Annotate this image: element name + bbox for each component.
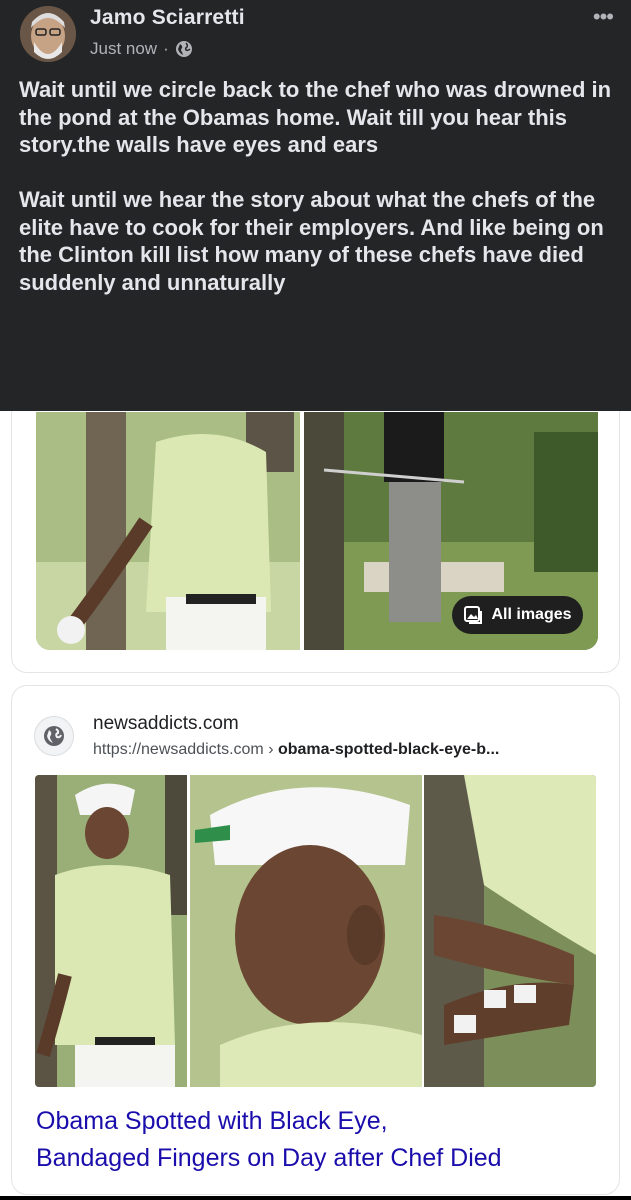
result-title-line-1[interactable]: Obama Spotted with Black Eye, [36, 1103, 606, 1140]
globe-icon [44, 726, 64, 746]
article-photo-bandaged-hand[interactable] [424, 775, 596, 1087]
site-url[interactable]: https://newsaddicts.com › obama-spotted-… [93, 741, 499, 759]
site-favicon [34, 716, 74, 756]
site-name[interactable]: newsaddicts.com [93, 713, 239, 735]
result-title-line-2[interactable]: Bandaged Fingers on Day after Chef Died [36, 1140, 606, 1177]
all-images-button[interactable]: All images [452, 596, 583, 634]
author-name[interactable]: Jamo Sciarretti [90, 6, 245, 30]
all-images-label: All images [491, 606, 572, 623]
facebook-post: Jamo Sciarretti Just now · ••• Wait unti… [0, 0, 631, 411]
article-photo-face-closeup[interactable] [190, 775, 422, 1087]
more-options-button[interactable]: ••• [593, 4, 614, 30]
post-timestamp[interactable]: Just now [90, 39, 157, 59]
post-body: Wait until we circle back to the chef wh… [19, 76, 619, 296]
images-icon [464, 606, 483, 624]
post-meta: Just now · [90, 39, 193, 59]
post-paragraph-2: Wait until we hear the story about what … [19, 187, 604, 295]
post-paragraph-1: Wait until we circle back to the chef wh… [19, 77, 612, 157]
article-photo-full-body[interactable] [35, 775, 187, 1087]
avatar[interactable] [20, 6, 76, 62]
meta-separator: · [163, 39, 169, 58]
bottom-edge [0, 1196, 631, 1200]
golf-photo-left[interactable] [36, 412, 300, 650]
result-title-link[interactable]: Obama Spotted with Black Eye, Bandaged F… [36, 1103, 606, 1177]
globe-icon [175, 41, 192, 57]
